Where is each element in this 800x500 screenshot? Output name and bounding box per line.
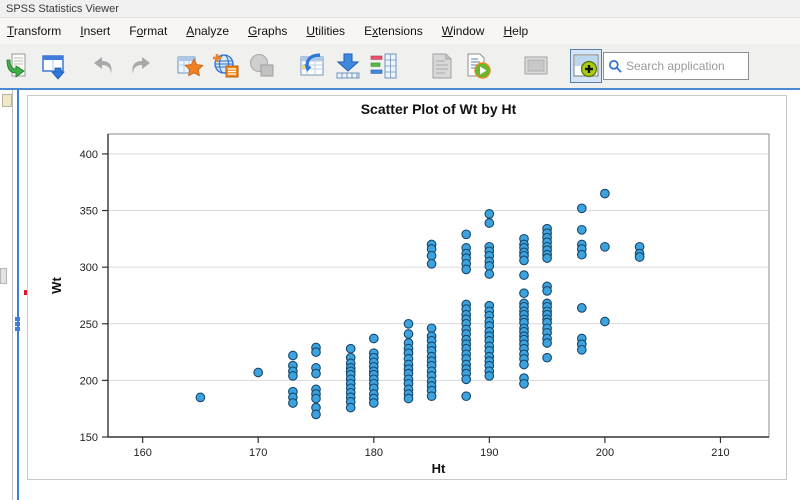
redo-icon — [124, 49, 156, 83]
svg-text:180: 180 — [365, 447, 383, 459]
svg-text:210: 210 — [711, 447, 729, 459]
export-output-icon[interactable] — [2, 49, 34, 83]
search-icon — [609, 59, 622, 73]
outline-item-icon — [2, 94, 12, 107]
menu-item-analyze[interactable]: Analyze — [186, 24, 229, 38]
menu-bar: Transform Insert Format Analyze Graphs Utilit… — [0, 18, 800, 44]
menu-item-extensions[interactable]: Extensions — [364, 24, 423, 38]
viewer-body: 150 200 250 300 350 400 160 170 180 190 200 210 Scat… — [0, 90, 800, 500]
spss-viewer-window: { "window": { "title": "SPSS Statistics … — [0, 0, 800, 500]
print-preview-icon[interactable] — [38, 49, 70, 83]
output-content-pane: 150 200 250 300 350 400 160 170 180 190 200 210 Scat… — [17, 90, 800, 500]
menu-item-utilities[interactable]: Utilities — [306, 24, 345, 38]
menu-item-help[interactable]: Help — [503, 24, 528, 38]
svg-text:400: 400 — [80, 149, 98, 161]
toolbar — [0, 44, 800, 90]
svg-text:Ht: Ht — [432, 461, 446, 476]
go-to-data-icon[interactable] — [210, 49, 242, 83]
menu-item-insert[interactable]: Insert — [80, 24, 110, 38]
window-title: SPSS Statistics Viewer — [6, 3, 119, 15]
svg-text:190: 190 — [480, 447, 498, 459]
use-variable-sets-icon[interactable] — [368, 49, 400, 83]
svg-text:250: 250 — [80, 319, 98, 331]
menu-item-graphs[interactable]: Graphs — [248, 24, 287, 38]
pane-splitter-handle[interactable] — [15, 317, 20, 332]
outline-item-icon — [0, 268, 7, 284]
scatter-chart-object[interactable]: 150 200 250 300 350 400 160 170 180 190 200 210 Scat… — [27, 95, 787, 480]
undo-icon — [88, 49, 120, 83]
scatter-plot: 150 200 250 300 350 400 160 170 180 190 200 210 Scat… — [49, 101, 770, 476]
svg-text:150: 150 — [80, 432, 98, 444]
svg-text:160: 160 — [133, 447, 151, 459]
svg-text:200: 200 — [596, 447, 614, 459]
show-results-icon — [426, 49, 458, 83]
svg-text:300: 300 — [80, 262, 98, 274]
menu-item-transform[interactable]: Transform — [7, 24, 61, 38]
export-image-icon — [520, 49, 552, 83]
outline-pane[interactable] — [0, 90, 13, 500]
search-input[interactable] — [626, 59, 744, 73]
svg-text:Wt: Wt — [49, 277, 64, 294]
svg-text:350: 350 — [80, 206, 98, 218]
insert-cases-icon[interactable] — [332, 49, 364, 83]
run-script-icon[interactable] — [462, 49, 494, 83]
svg-text:Scatter Plot of Wt by Ht: Scatter Plot of Wt by Ht — [361, 101, 517, 117]
variables-icon[interactable] — [296, 49, 328, 83]
search-box — [603, 52, 749, 80]
go-to-variable-icon — [246, 49, 278, 83]
svg-text:200: 200 — [80, 375, 98, 387]
activate-chart-icon[interactable] — [570, 49, 602, 83]
recall-dialog-icon[interactable] — [174, 49, 206, 83]
menu-item-format[interactable]: Format — [129, 24, 167, 38]
svg-text:170: 170 — [249, 447, 267, 459]
menu-item-window[interactable]: Window — [442, 24, 485, 38]
title-bar: SPSS Statistics Viewer — [0, 0, 800, 18]
